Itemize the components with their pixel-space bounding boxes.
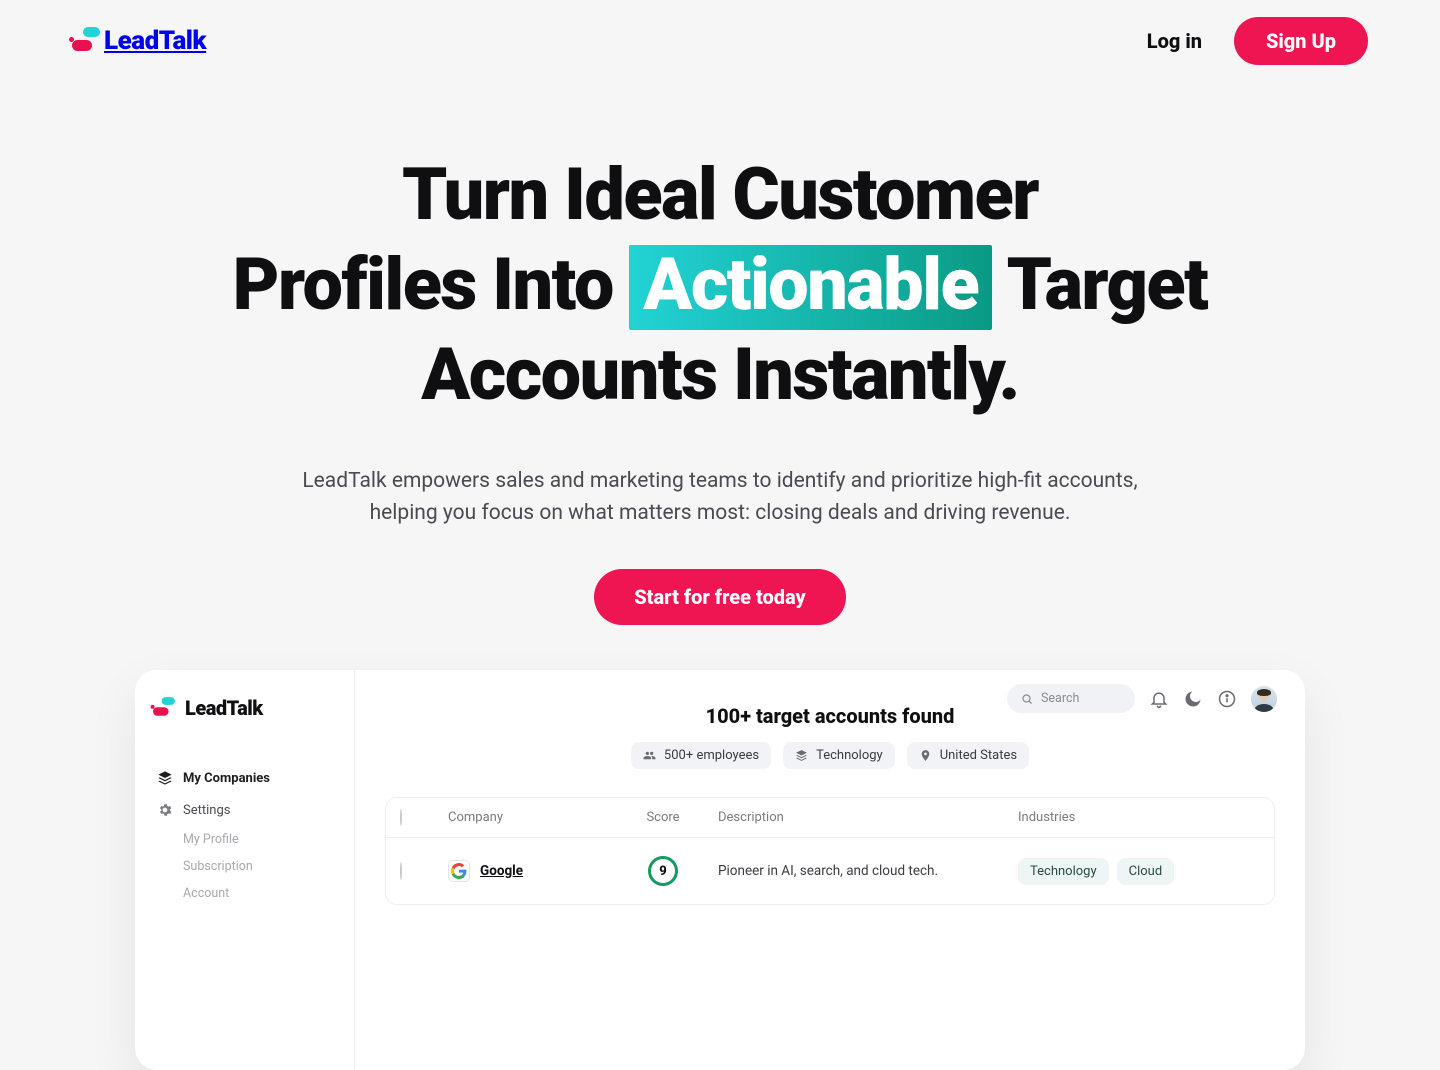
preview-brand: LeadTalk <box>153 696 336 720</box>
hero-subtitle: LeadTalk empowers sales and marketing te… <box>285 466 1155 529</box>
hero-headline: Turn Ideal Customer Profiles Into Action… <box>100 150 1340 420</box>
headline-part: Profiles Into <box>233 242 613 327</box>
filter-pill-location[interactable]: United States <box>907 742 1029 769</box>
brand-mark-icon <box>153 699 173 718</box>
pin-icon <box>919 749 932 762</box>
results-header: 100+ target accounts found 500+ employee… <box>385 704 1275 769</box>
filter-pills: 500+ employees Technology United States <box>385 742 1275 769</box>
score-badge: 9 <box>648 856 678 886</box>
avatar[interactable] <box>1251 686 1277 712</box>
login-link[interactable]: Log in <box>1147 29 1202 53</box>
sidebar-nav: My Companies Settings My Profile Subscri… <box>153 762 336 907</box>
headline-part: Accounts Instantly. <box>421 332 1019 417</box>
google-logo-icon <box>448 860 470 882</box>
layers-icon <box>795 749 808 762</box>
sidebar-item-label: My Companies <box>183 771 270 786</box>
bell-icon[interactable] <box>1149 689 1169 709</box>
industry-badge: Cloud <box>1117 858 1175 885</box>
brand-name: LeadTalk <box>104 26 206 56</box>
search-placeholder: Search <box>1041 691 1079 706</box>
row-checkbox[interactable] <box>400 862 402 880</box>
sidebar-item-label: Settings <box>183 803 230 818</box>
industries-cell: Technology Cloud <box>1018 858 1260 885</box>
app-preview: LeadTalk My Companies Settings My Profil… <box>135 670 1305 1070</box>
filter-label: United States <box>940 748 1017 763</box>
headline-part: Target <box>1007 242 1208 327</box>
top-nav: LeadTalk Log in Sign Up <box>0 0 1440 82</box>
industry-badge: Technology <box>1018 858 1109 885</box>
moon-icon[interactable] <box>1183 689 1203 709</box>
col-score: Score <box>608 810 718 825</box>
preview-topbar: Search <box>1007 684 1277 713</box>
results-table: Company Score Description Industries Goo… <box>385 797 1275 905</box>
sidebar-sub-profile[interactable]: My Profile <box>179 826 336 853</box>
filter-label: Technology <box>816 748 883 763</box>
sidebar-sub-account[interactable]: Account <box>179 880 336 907</box>
search-icon <box>1021 693 1033 705</box>
sidebar-item-settings[interactable]: Settings <box>153 794 336 826</box>
filter-label: 500+ employees <box>664 748 759 763</box>
headline-highlight: Actionable <box>629 245 992 330</box>
brand-name: LeadTalk <box>185 696 263 720</box>
col-industries: Industries <box>1018 810 1260 825</box>
table-row[interactable]: Google 9 Pioneer in AI, search, and clou… <box>386 838 1274 904</box>
preview-sidebar: LeadTalk My Companies Settings My Profil… <box>135 670 355 1070</box>
col-company: Company <box>448 810 608 825</box>
score-cell: 9 <box>608 856 718 886</box>
preview-main: Search 100+ target accounts found 500+ e… <box>355 670 1305 1070</box>
signup-button[interactable]: Sign Up <box>1234 17 1368 65</box>
filter-pill-industry[interactable]: Technology <box>783 742 895 769</box>
company-cell: Google <box>448 860 608 882</box>
company-name[interactable]: Google <box>480 863 523 879</box>
select-all-checkbox[interactable] <box>400 809 402 826</box>
filter-pill-employees[interactable]: 500+ employees <box>631 742 771 769</box>
col-description: Description <box>718 810 1018 825</box>
headline-part: Turn Ideal Customer <box>402 152 1038 237</box>
search-input[interactable]: Search <box>1007 684 1135 713</box>
nav-actions: Log in Sign Up <box>1147 17 1368 65</box>
sidebar-item-companies[interactable]: My Companies <box>153 762 336 794</box>
sidebar-sub-subscription[interactable]: Subscription <box>179 853 336 880</box>
brand-mark-icon <box>72 29 98 53</box>
description-cell: Pioneer in AI, search, and cloud tech. <box>718 862 1018 881</box>
hero: Turn Ideal Customer Profiles Into Action… <box>0 150 1440 625</box>
people-icon <box>643 749 656 762</box>
brand-logo[interactable]: LeadTalk <box>72 26 206 56</box>
gear-icon <box>157 802 173 818</box>
table-header: Company Score Description Industries <box>386 798 1274 838</box>
cta-button[interactable]: Start for free today <box>594 569 846 625</box>
layers-icon <box>157 770 173 786</box>
info-icon[interactable] <box>1217 689 1237 709</box>
